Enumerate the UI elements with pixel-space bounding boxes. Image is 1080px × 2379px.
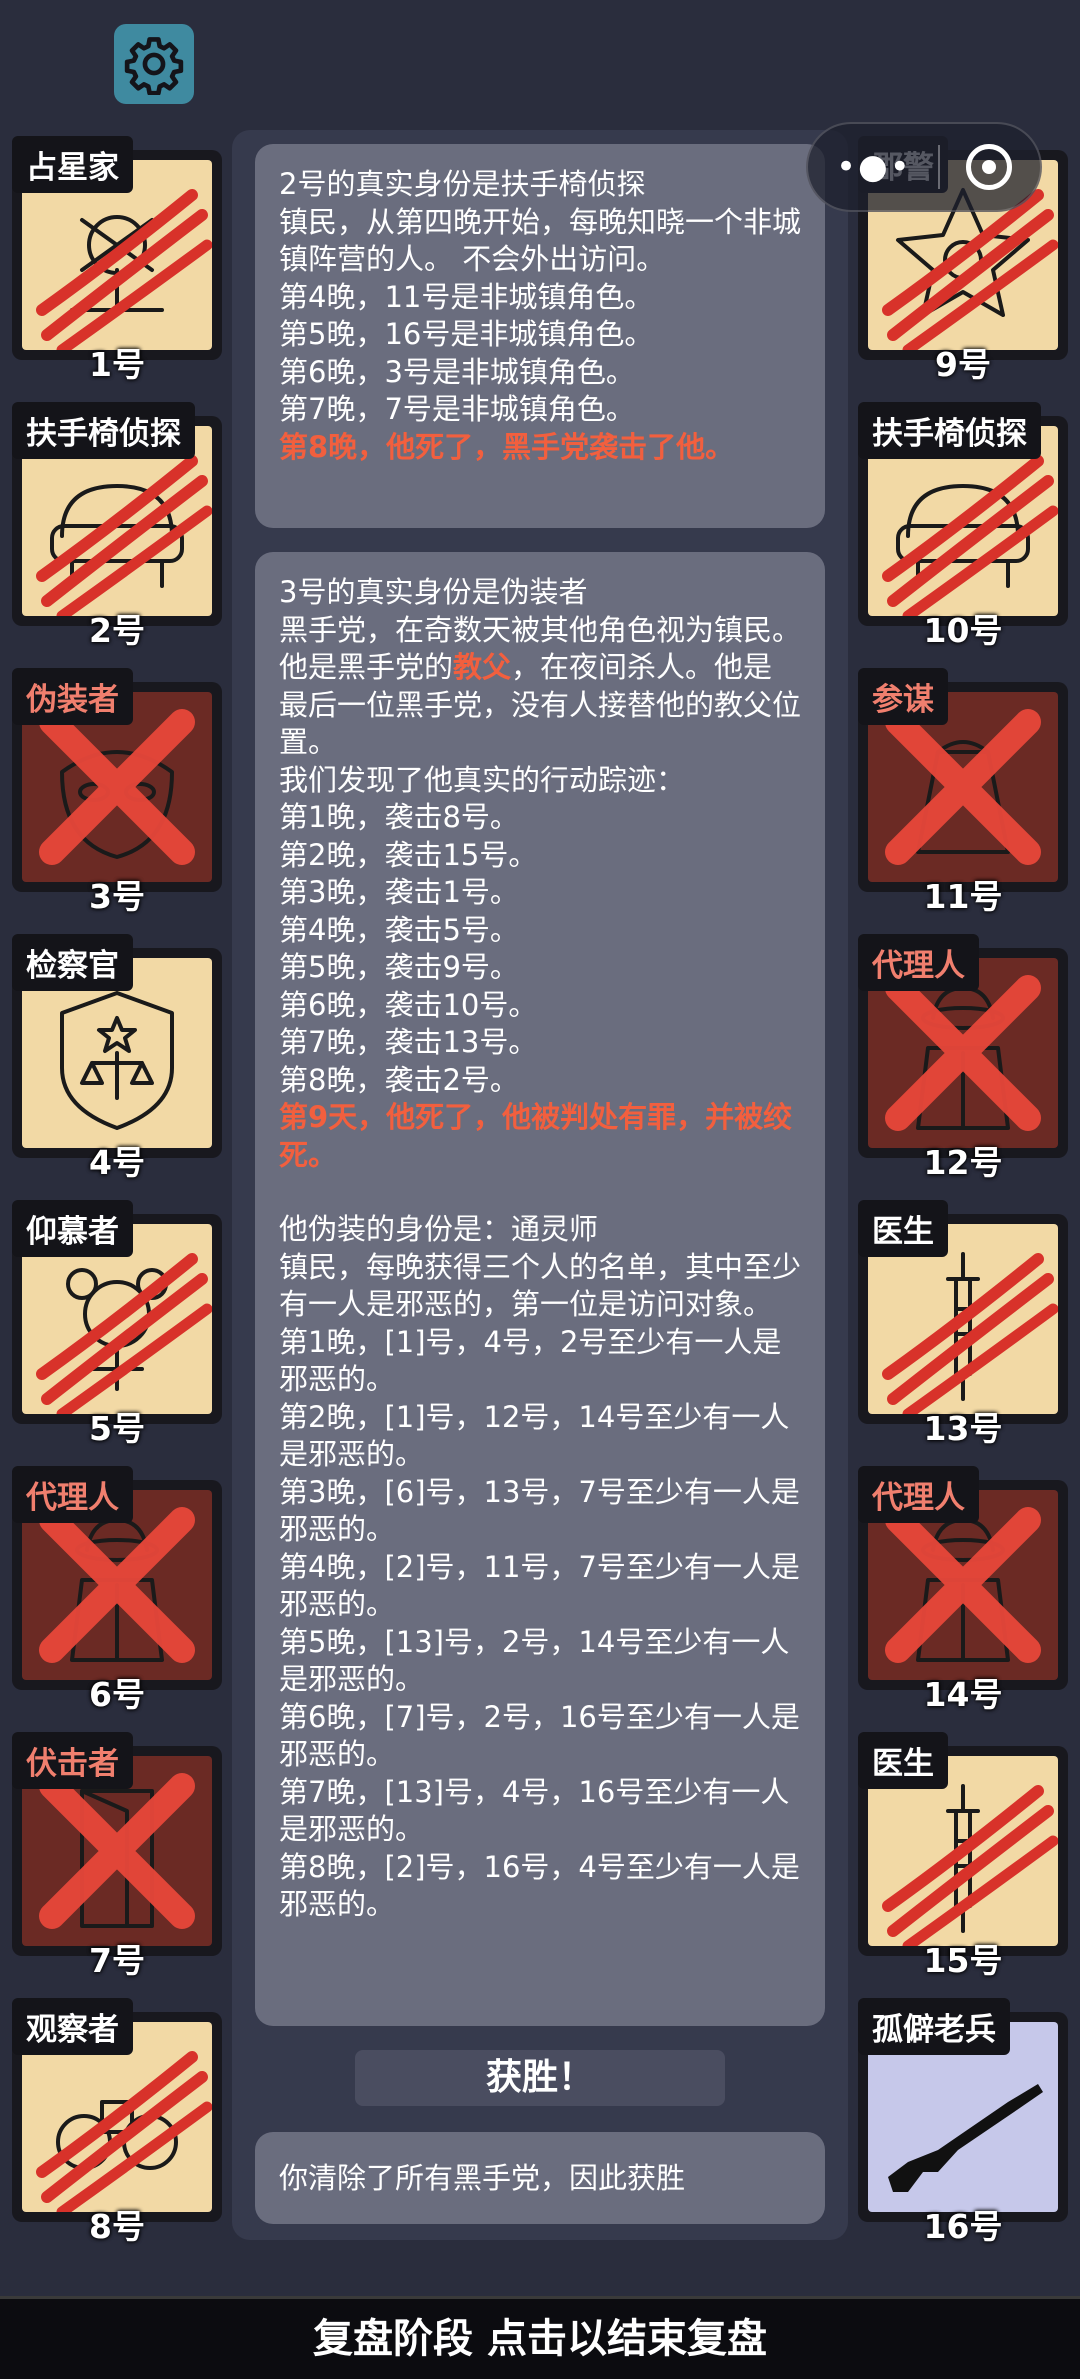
role-label: 孤僻老兵 — [858, 1998, 1010, 2055]
role-label: 观察者 — [12, 1998, 133, 2055]
player-number: 16号 — [923, 2207, 1003, 2246]
disguise-desc: 镇民，每晚获得三个人的名单，其中至少有一人是邪恶的，第一位是访问对象。 — [279, 1249, 802, 1322]
player-3-true-identity: 3号的真实身份是伪装者 — [279, 575, 588, 609]
review-line: 镇民，从第四晚开始，每晚知晓一个非城镇阵营的人。 不会外出访问。 — [279, 204, 802, 277]
player-number: 6号 — [89, 1675, 145, 1714]
disguise-night-line: 第5晚，[13]号，2号，14号至少有一人是邪恶的。 — [279, 1624, 790, 1697]
player-number: 14号 — [923, 1675, 1003, 1714]
player-card[interactable]: 伏击者 7号 — [12, 1732, 222, 1980]
disguise-night-line: 第2晚，[1]号，12号，14号至少有一人是邪恶的。 — [279, 1399, 790, 1472]
role-label: 伪装者 — [12, 668, 133, 725]
victory-message: 你清除了所有黑手党，因此获胜 — [279, 2161, 686, 2195]
settings-button[interactable] — [114, 24, 194, 104]
player-card[interactable]: 伪装者 3号 — [12, 668, 222, 916]
trace-line: 第3晚，袭击1号。 — [279, 875, 519, 909]
player-card[interactable]: 观察者 8号 — [12, 1998, 222, 2246]
disguise-night-line: 第3晚，[6]号，13号，7号至少有一人是邪恶的。 — [279, 1474, 800, 1547]
disguise-night-line: 第1晚，[1]号，4号，2号至少有一人是邪恶的。 — [279, 1324, 782, 1397]
player-3-death-text: 第9天，他死了，他被判处有罪，并被绞死。 — [279, 1100, 793, 1172]
player-card[interactable]: 代理人 12号 — [858, 934, 1068, 1182]
trace-line: 第2晚，袭击15号。 — [279, 837, 538, 872]
role-label: 医生 — [858, 1200, 948, 1257]
end-review-button[interactable]: 复盘阶段 点击以结束复盘 — [0, 2296, 1080, 2379]
trace-line: 第4晚，袭击5号。 — [279, 912, 519, 947]
player-number: 3号 — [89, 877, 145, 916]
trace-line: 第6晚，袭击10号。 — [279, 987, 538, 1022]
player-3-role-desc: 黑手党，在奇数天被其他角色视为镇民。 — [279, 612, 802, 647]
role-label: 代理人 — [858, 1466, 979, 1523]
review-line: 第4晚，11号是非城镇角色。 — [279, 279, 654, 314]
player-number: 2号 — [89, 611, 145, 650]
trace-intro: 我们发现了他真实的行动踪迹： — [279, 762, 686, 797]
player-number: 13号 — [923, 1409, 1003, 1448]
player-card[interactable]: 扶手椅侦探 2号 — [12, 402, 222, 650]
trace-line: 第8晚，袭击2号。 — [279, 1062, 519, 1097]
disguise-night-line: 第8晚，[2]号，16号，4号至少有一人是邪恶的。 — [279, 1849, 800, 1922]
player-card[interactable]: 检察官 4号 — [12, 934, 222, 1182]
player-2-death-text: 第8晚，他死了，黑手党袭击了他。 — [279, 429, 735, 464]
player-number: 11号 — [923, 877, 1003, 916]
trace-line: 第5晚，袭击9号。 — [279, 950, 519, 984]
role-label: 代理人 — [858, 934, 979, 991]
role-label: 扶手椅侦探 — [858, 402, 1041, 459]
disguise-title: 他伪装的身份是：通灵师 — [279, 1212, 599, 1246]
player-2-review-box: 2号的真实身份是扶手椅侦探 镇民，从第四晚开始，每晚知晓一个非城镇阵营的人。 不会… — [255, 144, 825, 528]
review-line: 第6晚，3号是非城镇角色。 — [279, 354, 635, 389]
more-dots-icon[interactable]: •●• — [836, 147, 912, 187]
disguise-night-line: 第7晚，[13]号，4号，16号至少有一人是邪恶的。 — [279, 1774, 790, 1847]
godfather-highlight: 教父 — [453, 650, 512, 684]
review-line: 2号的真实身份是扶手椅侦探 — [279, 167, 646, 201]
player-number: 15号 — [923, 1941, 1003, 1980]
role-label: 伏击者 — [12, 1732, 133, 1789]
player-number: 4号 — [89, 1143, 145, 1182]
player-number: 1号 — [89, 345, 145, 384]
player-card[interactable]: 孤僻老兵 16号 — [858, 1998, 1068, 2246]
player-number: 10号 — [923, 611, 1003, 650]
role-label: 扶手椅侦探 — [12, 402, 195, 459]
role-label: 仰慕者 — [12, 1200, 133, 1257]
victory-message-box: 你清除了所有黑手党，因此获胜 — [255, 2132, 825, 2224]
role-label: 参谋 — [858, 668, 948, 725]
player-card[interactable]: 代理人 14号 — [858, 1466, 1068, 1714]
disguise-night-line: 第4晚，[2]号，11号，7号至少有一人是邪恶的。 — [279, 1549, 800, 1622]
player-number: 12号 — [923, 1143, 1003, 1182]
player-number: 7号 — [89, 1941, 145, 1980]
role-label: 医生 — [858, 1732, 948, 1789]
player-3-review-box: 3号的真实身份是伪装者 黑手党，在奇数天被其他角色视为镇民。 他是黑手党的教父，… — [255, 552, 825, 2026]
gear-icon — [124, 37, 184, 95]
role-label: 占星家 — [12, 136, 133, 193]
role-label: 代理人 — [12, 1466, 133, 1523]
player-card[interactable]: 扶手椅侦探 10号 — [858, 402, 1068, 650]
review-line: 第5晚，16号是非城镇角色。 — [279, 317, 654, 351]
player-card[interactable]: 医生 15号 — [858, 1732, 1068, 1980]
target-icon[interactable] — [966, 144, 1012, 190]
player-number: 9号 — [935, 345, 991, 384]
player-3-godfather-text: 他是黑手党的教父，在夜间杀人。他是最后一位黑手党，没有人接替他的教父位置。 — [279, 650, 802, 759]
player-card[interactable]: 医生 13号 — [858, 1200, 1068, 1448]
victory-title: 获胜！ — [355, 2050, 725, 2106]
player-number: 8号 — [89, 2207, 145, 2246]
trace-line: 第1晚，袭击8号。 — [279, 800, 519, 834]
player-card[interactable]: 参谋 11号 — [858, 668, 1068, 916]
capsule-divider — [937, 145, 940, 189]
trace-line: 第7晚，袭击13号。 — [279, 1025, 538, 1059]
player-card[interactable]: 代理人 6号 — [12, 1466, 222, 1714]
player-card[interactable]: 占星家 1号 — [12, 136, 222, 384]
role-label: 检察官 — [12, 934, 133, 991]
review-line: 第7晚，7号是非城镇角色。 — [279, 392, 635, 426]
player-card[interactable]: 仰慕者 5号 — [12, 1200, 222, 1448]
disguise-night-line: 第6晚，[7]号，2号，16号至少有一人是邪恶的。 — [279, 1699, 800, 1772]
capsule-menu: •●• — [806, 122, 1042, 212]
player-number: 5号 — [89, 1409, 145, 1448]
